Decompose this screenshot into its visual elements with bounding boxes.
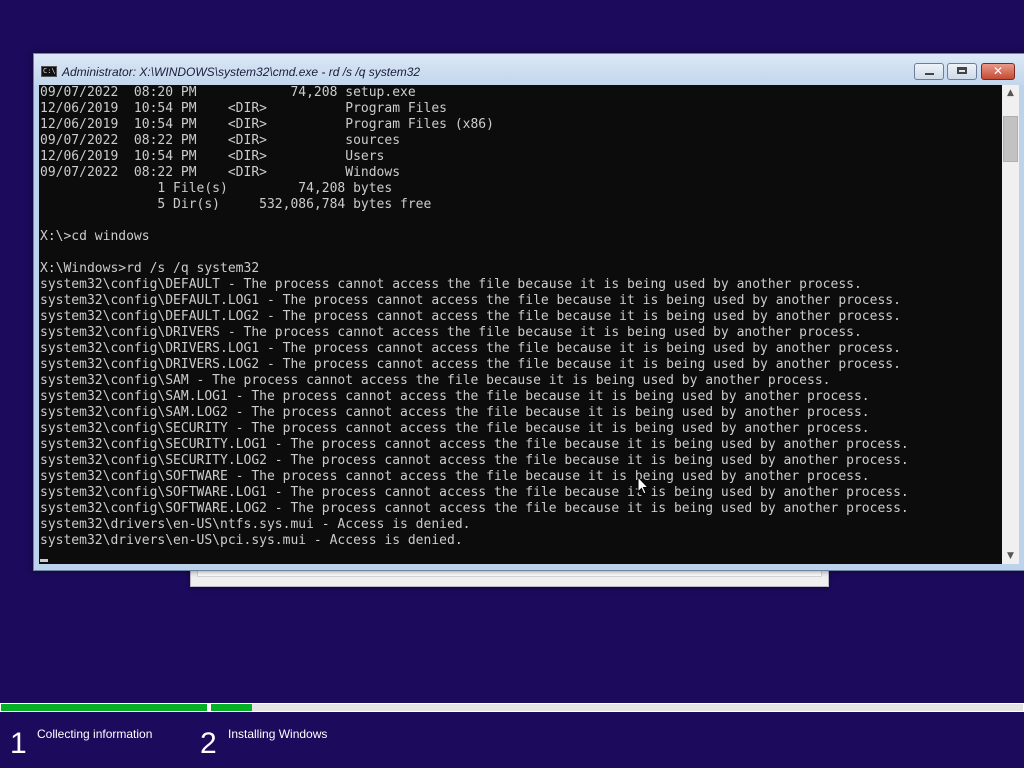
scroll-down-arrow-icon[interactable]: ▼: [1002, 548, 1019, 564]
console-output[interactable]: 09/07/2022 08:20 PM 74,208 setup.exe 12/0…: [39, 85, 1002, 564]
step-2-progress-bar: [211, 704, 1023, 711]
console-line: 09/07/2022 08:20 PM 74,208 setup.exe: [40, 85, 416, 100]
console-line: 12/06/2019 10:54 PM <DIR> Users: [40, 149, 385, 164]
console-line: 12/06/2019 10:54 PM <DIR> Program Files …: [40, 117, 494, 132]
window-title: Administrator: X:\WINDOWS\system32\cmd.e…: [62, 65, 421, 79]
cmd-window[interactable]: C:\ Administrator: X:\WINDOWS\system32\c…: [33, 53, 1024, 571]
console-line: system32\drivers\en-US\ntfs.sys.mui - Ac…: [40, 517, 471, 532]
maximize-icon: [957, 67, 967, 74]
console-line: system32\config\DRIVERS - The process ca…: [40, 325, 862, 340]
console-line: system32\drivers\en-US\pci.sys.mui - Acc…: [40, 533, 463, 548]
cmd-icon: C:\: [41, 66, 57, 77]
console-line: system32\config\SAM - The process cannot…: [40, 373, 831, 388]
minimize-icon: [925, 73, 934, 75]
step-2-number: 2: [200, 727, 217, 760]
close-icon: ✕: [992, 64, 1004, 78]
console-line: 12/06/2019 10:54 PM <DIR> Program Files: [40, 101, 447, 116]
vertical-scrollbar[interactable]: ▲ ▼: [1002, 85, 1019, 564]
console-line: system32\config\SAM.LOG1 - The process c…: [40, 389, 870, 404]
console-line: 09/07/2022 08:22 PM <DIR> Windows: [40, 165, 401, 180]
console-line: system32\config\DEFAULT.LOG1 - The proce…: [40, 293, 901, 308]
console-line: system32\config\SECURITY.LOG1 - The proc…: [40, 437, 909, 452]
maximize-button[interactable]: [947, 63, 977, 80]
console-line: 1 File(s) 74,208 bytes: [40, 181, 393, 196]
step-1-progress-fill: [1, 704, 207, 711]
console-line: X:\>cd windows: [40, 229, 150, 244]
step-2-progress-fill: [211, 704, 252, 711]
title-bar[interactable]: C:\ Administrator: X:\WINDOWS\system32\c…: [34, 54, 1024, 85]
console-line: system32\config\DEFAULT.LOG2 - The proce…: [40, 309, 901, 324]
console-line: system32\config\SECURITY - The process c…: [40, 421, 870, 436]
step-1-number: 1: [10, 727, 27, 760]
console-line: system32\config\SOFTWARE.LOG1 - The proc…: [40, 485, 909, 500]
console-line: system32\config\DEFAULT - The process ca…: [40, 277, 862, 292]
minimize-button[interactable]: [914, 63, 944, 80]
console-lines: 09/07/2022 08:20 PM 74,208 setup.exe 12/0…: [39, 85, 1002, 549]
console-line: 09/07/2022 08:22 PM <DIR> sources: [40, 133, 401, 148]
console-line: system32\config\DRIVERS.LOG1 - The proce…: [40, 341, 901, 356]
console-line: system32\config\DRIVERS.LOG2 - The proce…: [40, 357, 901, 372]
setup-progress-track: [0, 703, 1024, 712]
text-cursor: [40, 559, 48, 562]
mouse-pointer-icon: [637, 476, 649, 495]
cmd-icon-prompt: C:\: [43, 67, 56, 75]
scroll-thumb[interactable]: [1003, 116, 1018, 162]
close-button[interactable]: ✕: [981, 63, 1015, 80]
console-line: 5 Dir(s) 532,086,784 bytes free: [40, 197, 432, 212]
step-2-label: Installing Windows: [228, 727, 328, 741]
step-1-progress-bar: [1, 704, 207, 711]
step-1-label: Collecting information: [37, 727, 153, 741]
scroll-up-arrow-icon[interactable]: ▲: [1002, 85, 1019, 101]
console-line: system32\config\SOFTWARE.LOG2 - The proc…: [40, 501, 909, 516]
console-line: system32\config\SOFTWARE - The process c…: [40, 469, 870, 484]
console-line: system32\config\SAM.LOG2 - The process c…: [40, 405, 870, 420]
console-line: system32\config\SECURITY.LOG2 - The proc…: [40, 453, 909, 468]
console-line: X:\Windows>rd /s /q system32: [40, 261, 260, 276]
